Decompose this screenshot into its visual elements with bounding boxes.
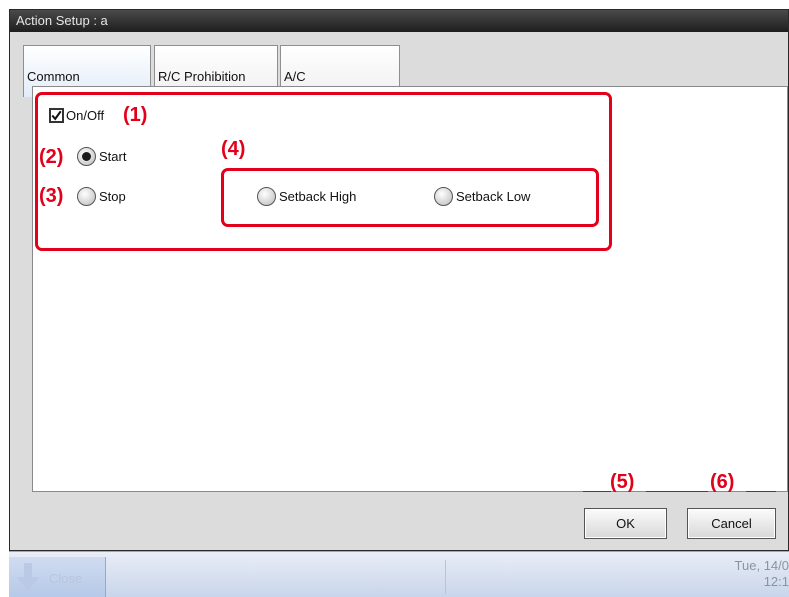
- taskbar: Close Tue, 14/0 12:1: [9, 551, 789, 597]
- setback-high-label: Setback High: [279, 189, 357, 204]
- callout-1: (1): [123, 104, 148, 126]
- close-down-label: Close: [49, 571, 83, 586]
- action-setup-window: Action Setup : a Common R/C Prohibition …: [9, 9, 789, 551]
- stop-radio-row[interactable]: Stop: [77, 187, 126, 206]
- onoff-label: On/Off: [66, 108, 105, 123]
- onoff-checkbox-row[interactable]: On/Off: [49, 108, 104, 123]
- callout-3: (3): [39, 185, 64, 207]
- callout-5-leader-left: [583, 491, 611, 492]
- radio-selected-dot: [82, 152, 91, 161]
- setback-low-radio-row[interactable]: Setback Low: [434, 187, 530, 206]
- taskbar-divider: [445, 560, 446, 594]
- onoff-checkbox[interactable]: [49, 108, 64, 123]
- setback-high-radio-row[interactable]: Setback High: [257, 187, 356, 206]
- cancel-button[interactable]: Cancel: [687, 508, 776, 539]
- callout-6: (6): [710, 471, 735, 493]
- stop-label: Stop: [99, 189, 126, 204]
- ok-button[interactable]: OK: [584, 508, 667, 539]
- close-down-button[interactable]: Close: [9, 557, 106, 597]
- date-text: Tue, 14/0: [734, 558, 789, 573]
- callout-6-leader-right: [746, 491, 776, 492]
- callout-5: (5): [610, 471, 635, 493]
- setback-low-radio[interactable]: [434, 187, 453, 206]
- callout-2: (2): [39, 146, 64, 168]
- callout-5-leader-right: [646, 491, 708, 492]
- setback-high-radio[interactable]: [257, 187, 276, 206]
- setback-low-label: Setback Low: [456, 189, 531, 204]
- datetime-display: Tue, 14/0 12:1: [729, 558, 789, 590]
- arrow-down-icon: [17, 563, 39, 591]
- start-radio-row[interactable]: Start: [77, 147, 126, 166]
- window-title: Action Setup : a: [10, 10, 788, 32]
- stop-radio[interactable]: [77, 187, 96, 206]
- start-label: Start: [99, 149, 127, 164]
- callout-4: (4): [221, 138, 246, 160]
- check-icon: [51, 110, 62, 121]
- start-radio[interactable]: [77, 147, 96, 166]
- time-text: 12:1: [763, 574, 789, 589]
